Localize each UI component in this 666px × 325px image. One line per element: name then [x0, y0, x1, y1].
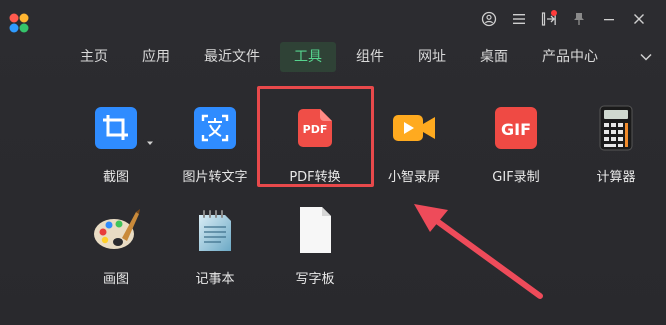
- nav-tabs: 主页 应用 最近文件 工具 组件 网址 桌面 产品中心: [66, 42, 666, 72]
- tool-screen-record[interactable]: 小智录屏: [366, 104, 462, 185]
- tab-home[interactable]: 主页: [66, 42, 122, 72]
- notification-dot: [551, 10, 557, 16]
- chevron-down-icon[interactable]: [636, 46, 656, 68]
- minimize-icon[interactable]: [596, 8, 622, 30]
- annotation-arrow-icon: [414, 204, 543, 299]
- notepad-icon: [191, 206, 239, 254]
- close-icon[interactable]: [626, 8, 652, 30]
- side-panel-icon[interactable]: [536, 8, 562, 30]
- tool-wordpad[interactable]: 写字板: [267, 206, 363, 287]
- tool-label: PDF转换: [289, 170, 341, 185]
- gif-icon-text: GIF: [501, 120, 531, 139]
- tool-label: 计算器: [596, 170, 636, 185]
- tool-screenshot[interactable]: 截图: [68, 104, 164, 185]
- tool-label: 画图: [102, 272, 129, 287]
- tool-gif-record[interactable]: GIF GIF录制: [468, 104, 564, 185]
- tool-pdf-convert[interactable]: PDF PDF转换: [267, 104, 363, 185]
- paint-palette-icon: [92, 206, 140, 254]
- pin-icon[interactable]: [566, 8, 592, 30]
- tab-widgets[interactable]: 组件: [342, 42, 398, 72]
- app-window: 主页 应用 最近文件 工具 组件 网址 桌面 产品中心 截图 图片转文字 PDF…: [0, 0, 666, 325]
- app-logo-icon: [8, 12, 30, 34]
- titlebar-controls: [476, 8, 652, 30]
- tab-product-center[interactable]: 产品中心: [528, 42, 612, 72]
- tool-label: 截图: [102, 170, 129, 185]
- menu-icon[interactable]: [506, 8, 532, 30]
- tab-recent-files[interactable]: 最近文件: [190, 42, 274, 72]
- tool-label: GIF录制: [492, 170, 540, 185]
- pdf-convert-icon: PDF: [291, 104, 339, 152]
- tool-label: 图片转文字: [182, 170, 248, 185]
- tab-websites[interactable]: 网址: [404, 42, 460, 72]
- calculator-icon: [592, 104, 640, 152]
- tab-apps[interactable]: 应用: [128, 42, 184, 72]
- caret-down-icon[interactable]: [146, 132, 154, 145]
- tab-tools[interactable]: 工具: [280, 42, 336, 72]
- gif-record-icon: GIF: [492, 104, 540, 152]
- tool-label: 写字板: [295, 272, 335, 287]
- crop-icon: [92, 104, 140, 152]
- screen-record-icon: [390, 104, 438, 152]
- tool-paint[interactable]: 画图: [68, 206, 164, 287]
- tool-image-to-text[interactable]: 图片转文字: [167, 104, 263, 185]
- tool-label: 小智录屏: [387, 170, 440, 185]
- wordpad-icon: [291, 206, 339, 254]
- tool-label: 记事本: [195, 272, 235, 287]
- user-icon[interactable]: [476, 8, 502, 30]
- tool-calculator[interactable]: 计算器: [568, 104, 664, 185]
- pdf-icon-text: PDF: [303, 123, 328, 136]
- tab-desktop[interactable]: 桌面: [466, 42, 522, 72]
- tool-notepad[interactable]: 记事本: [167, 206, 263, 287]
- image-to-text-icon: [191, 104, 239, 152]
